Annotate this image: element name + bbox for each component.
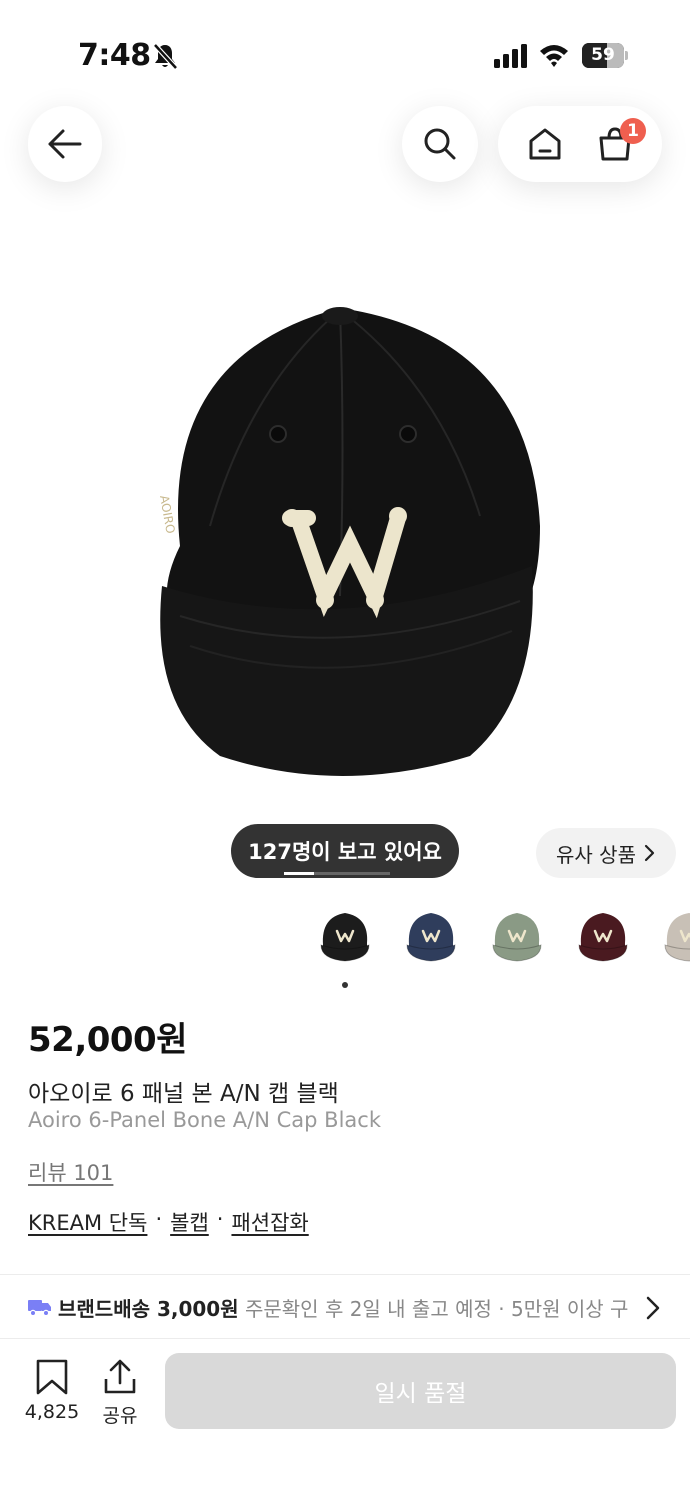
- color-thumbnail[interactable]: [484, 904, 550, 970]
- slide-indicator-active: [284, 872, 314, 875]
- arrow-left-icon: [48, 129, 82, 159]
- search-button[interactable]: [402, 106, 478, 182]
- shipping-detail: 주문확인 후 2일 내 출고 예정 · 5만원 이상 구: [238, 1296, 629, 1321]
- wifi-icon: [540, 45, 568, 67]
- cap-thumbnail-icon: [492, 913, 542, 962]
- share-icon: [104, 1359, 136, 1394]
- color-thumbnail[interactable]: [312, 904, 378, 970]
- tag-separator: ·: [216, 1207, 224, 1231]
- shipping-chevron: [646, 1296, 666, 1320]
- battery-percent: 59: [591, 45, 615, 65]
- cap-thumbnail-icon: [406, 913, 456, 962]
- home-icon: [529, 128, 561, 160]
- cap-thumbnail-icon: [664, 913, 690, 962]
- soldout-button[interactable]: 일시 품절: [165, 1353, 676, 1429]
- thumbnail-page-dot: [342, 982, 348, 988]
- cellular-signal-icon: [494, 44, 527, 68]
- color-thumbnail[interactable]: [656, 904, 690, 970]
- truck-icon: [28, 1300, 51, 1317]
- chevron-right-icon: [644, 844, 655, 862]
- svg-text:AOIRO: AOIRO: [157, 494, 178, 535]
- status-time: 7:48: [78, 38, 151, 73]
- viewers-count-chip: 127명이 보고 있어요: [231, 824, 459, 878]
- review-link[interactable]: 리뷰 101: [28, 1157, 113, 1187]
- tag-ballcap[interactable]: 볼캡: [170, 1207, 209, 1237]
- chevron-right-icon: [646, 1296, 660, 1320]
- cap-thumbnail-icon: [320, 913, 370, 962]
- cap-thumbnail-icon: [578, 913, 628, 962]
- home-button[interactable]: [510, 114, 580, 174]
- share-label: 공유: [102, 1405, 138, 1427]
- product-name-korean: 아오이로 6 패널 본 A/N 캡 블랙: [28, 1081, 339, 1107]
- cart-badge: 1: [620, 118, 646, 144]
- shipping-info-row[interactable]: 브랜드배송 3,000원 주문확인 후 2일 내 출고 예정 · 5만원 이상 …: [0, 1276, 690, 1338]
- color-thumbnail[interactable]: [398, 904, 464, 970]
- bookmark-count: 4,825: [24, 1401, 80, 1423]
- tag-kream-exclusive[interactable]: KREAM 단독: [28, 1207, 147, 1237]
- bell-slash-icon: [153, 43, 178, 70]
- tag-separator: ·: [155, 1207, 163, 1231]
- back-button[interactable]: [28, 106, 102, 182]
- tag-fashion-goods[interactable]: 패션잡화: [231, 1207, 308, 1237]
- cart-button[interactable]: 1: [580, 114, 650, 174]
- similar-products-label: 유사 상품: [556, 842, 636, 867]
- product-price: 52,000원: [28, 1020, 187, 1060]
- bookmark-icon: [36, 1359, 68, 1395]
- product-image[interactable]: AOIRO: [140, 296, 550, 786]
- search-icon: [424, 128, 456, 160]
- status-bar: 7:48 59: [0, 0, 690, 100]
- share-button[interactable]: 공유: [92, 1359, 148, 1429]
- home-cart-group: 1: [498, 106, 662, 182]
- product-name-english: Aoiro 6-Panel Bone A/N Cap Black: [28, 1108, 381, 1132]
- divider: [0, 1274, 690, 1275]
- shipping-fee: 브랜드배송 3,000원: [58, 1296, 239, 1321]
- bookmark-button[interactable]: 4,825: [18, 1359, 86, 1429]
- color-thumbnail[interactable]: [570, 904, 636, 970]
- bottom-action-bar: 4,825 공유 일시 품절: [0, 1338, 690, 1500]
- similar-products-button[interactable]: 유사 상품: [536, 828, 676, 878]
- battery-icon: 59: [582, 43, 628, 68]
- product-tags: KREAM 단독 · 볼캡 · 패션잡화: [28, 1207, 309, 1237]
